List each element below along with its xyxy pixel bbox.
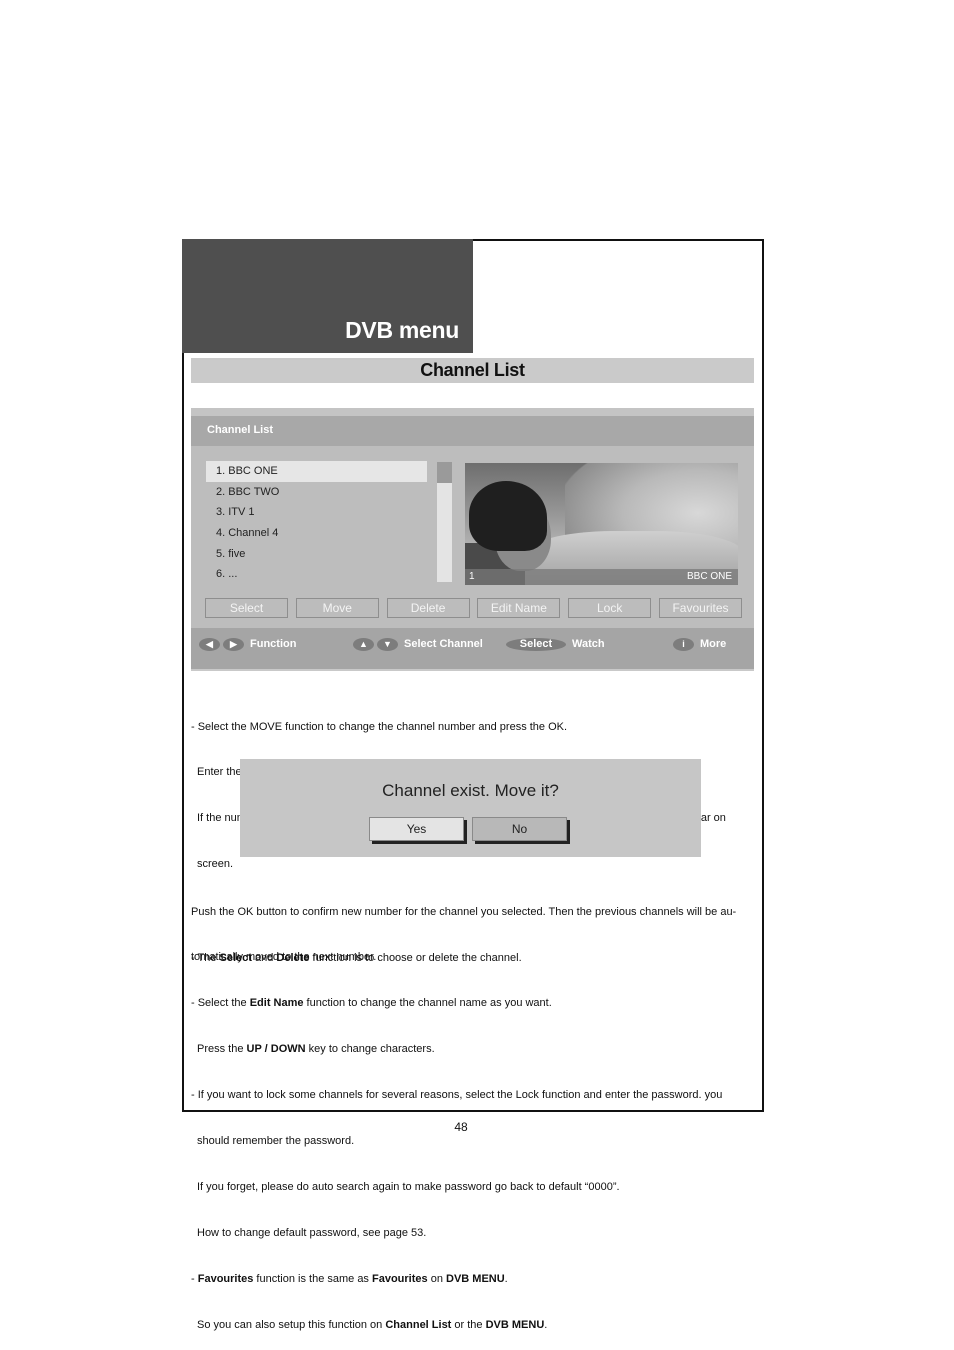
up-arrow-icon: ▲ — [353, 637, 374, 651]
down-arrow-icon: ▼ — [377, 637, 398, 651]
note-edit-name: - Select the Edit Name function to chang… — [191, 997, 552, 1010]
channel-item[interactable]: 6. ... — [206, 564, 427, 585]
page-number: 48 — [454, 1120, 468, 1134]
channel-item[interactable]: 3. ITV 1 — [206, 502, 427, 523]
select-key-icon: Select — [506, 637, 566, 651]
channel-item[interactable]: 2. BBC TWO — [206, 482, 427, 503]
info-icon: i — [673, 637, 694, 651]
no-button[interactable]: No — [472, 817, 567, 841]
help-select-channel: ▲ ▼ Select Channel — [353, 636, 483, 652]
section-title: Channel List — [191, 358, 754, 383]
preview-caption: 1 BBC ONE — [465, 569, 738, 585]
lock-button[interactable]: Lock — [568, 598, 652, 618]
page-title: DVB menu — [345, 317, 459, 343]
scroll-thumb[interactable] — [437, 462, 452, 483]
note-lock: - If you want to lock some channels for … — [191, 1089, 723, 1102]
right-arrow-icon: ▶ — [223, 637, 244, 651]
function-notes: - The Select and Delete function is to c… — [191, 951, 723, 1331]
channel-item[interactable]: 4. Channel 4 — [206, 523, 427, 544]
note-favourites: - Favourites function is the same as Fav… — [191, 1272, 508, 1285]
help-watch: Select Watch — [506, 636, 605, 652]
function-buttons: Select Move Delete Edit Name Lock Favour… — [205, 598, 742, 618]
channel-item[interactable]: 5. five — [206, 544, 427, 565]
favourites-button[interactable]: Favourites — [658, 598, 742, 618]
note-select-delete: - The Select and Delete function is to c… — [191, 951, 522, 964]
help-bar: ◀ ▶ Function ▲ ▼ Select Channel Select W… — [191, 628, 754, 671]
edit-name-button[interactable]: Edit Name — [477, 598, 561, 618]
yes-button[interactable]: Yes — [369, 817, 464, 841]
dialog-message: Channel exist. Move it? — [382, 781, 559, 800]
delete-button[interactable]: Delete — [386, 598, 470, 618]
channel-item[interactable]: 1. BBC ONE — [206, 461, 427, 482]
note-updown: Press the UP / DOWN key to change charac… — [197, 1043, 435, 1056]
move-confirm-dialog: Channel exist. Move it? Yes No — [240, 759, 701, 857]
help-more: i More — [673, 636, 726, 652]
channel-preview: 1 BBC ONE — [465, 463, 738, 585]
help-function: ◀ ▶ Function — [199, 636, 296, 652]
channel-scrollbar[interactable] — [437, 462, 452, 582]
select-button[interactable]: Select — [205, 598, 288, 618]
tv-title: Channel List — [207, 424, 274, 436]
preview-channel-name: BBC ONE — [686, 571, 732, 582]
move-button[interactable]: Move — [295, 598, 379, 618]
header-block: DVB menu — [182, 239, 473, 353]
tv-screen: Channel List 1. BBC ONE 2. BBC TWO 3. IT… — [191, 408, 754, 671]
preview-channel-number: 1 — [469, 571, 475, 582]
preview-image — [465, 463, 738, 585]
left-arrow-icon: ◀ — [199, 637, 220, 651]
channel-list: 1. BBC ONE 2. BBC TWO 3. ITV 1 4. Channe… — [206, 461, 427, 585]
tv-title-bar: Channel List — [191, 416, 754, 446]
